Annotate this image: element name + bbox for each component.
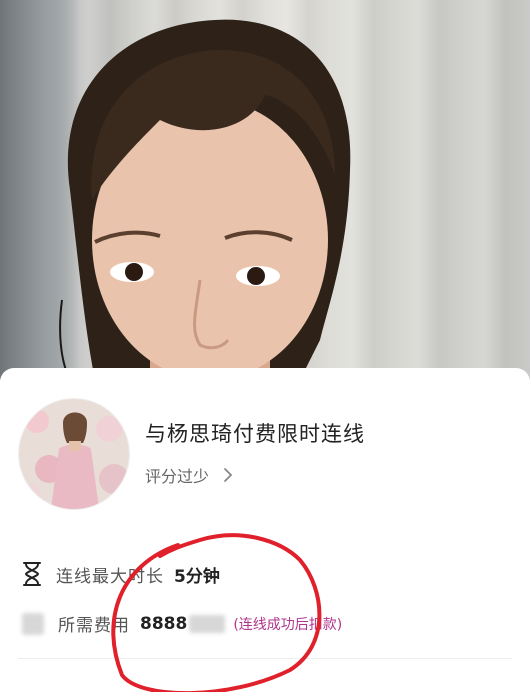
duration-row: 连线最大时长 5分钟 [22,561,220,587]
fee-unit-blurred [189,614,226,633]
fee-label: 所需费用 [58,616,130,636]
hourglass-icon [23,562,41,586]
duration-label: 连线最大时长 [56,566,164,587]
rating-link[interactable]: 评分过少 [145,463,235,487]
sheet-title: 与杨思琦付费限时连线 [145,422,365,446]
host-avatar-image [19,399,129,509]
host-video-frame [59,19,351,380]
fee-note: (连线成功后扣款) [233,616,343,633]
fee-value: 8888 [140,613,188,634]
chevron-right-icon [224,468,233,482]
rating-text: 评分过少 [145,467,210,486]
fee-row: 所需费用 8888 (连线成功后扣款) [22,611,342,636]
duration-value: 5分钟 [174,566,220,587]
paid-call-sheet: 与杨思琦付费限时连线 评分过少 连线最大时长 5分钟 所需费用 8888 (连线… [0,368,530,692]
live-video-area [0,0,530,380]
sheet-divider [18,658,512,659]
fee-icon-blurred [22,612,44,635]
host-avatar[interactable] [18,398,130,510]
